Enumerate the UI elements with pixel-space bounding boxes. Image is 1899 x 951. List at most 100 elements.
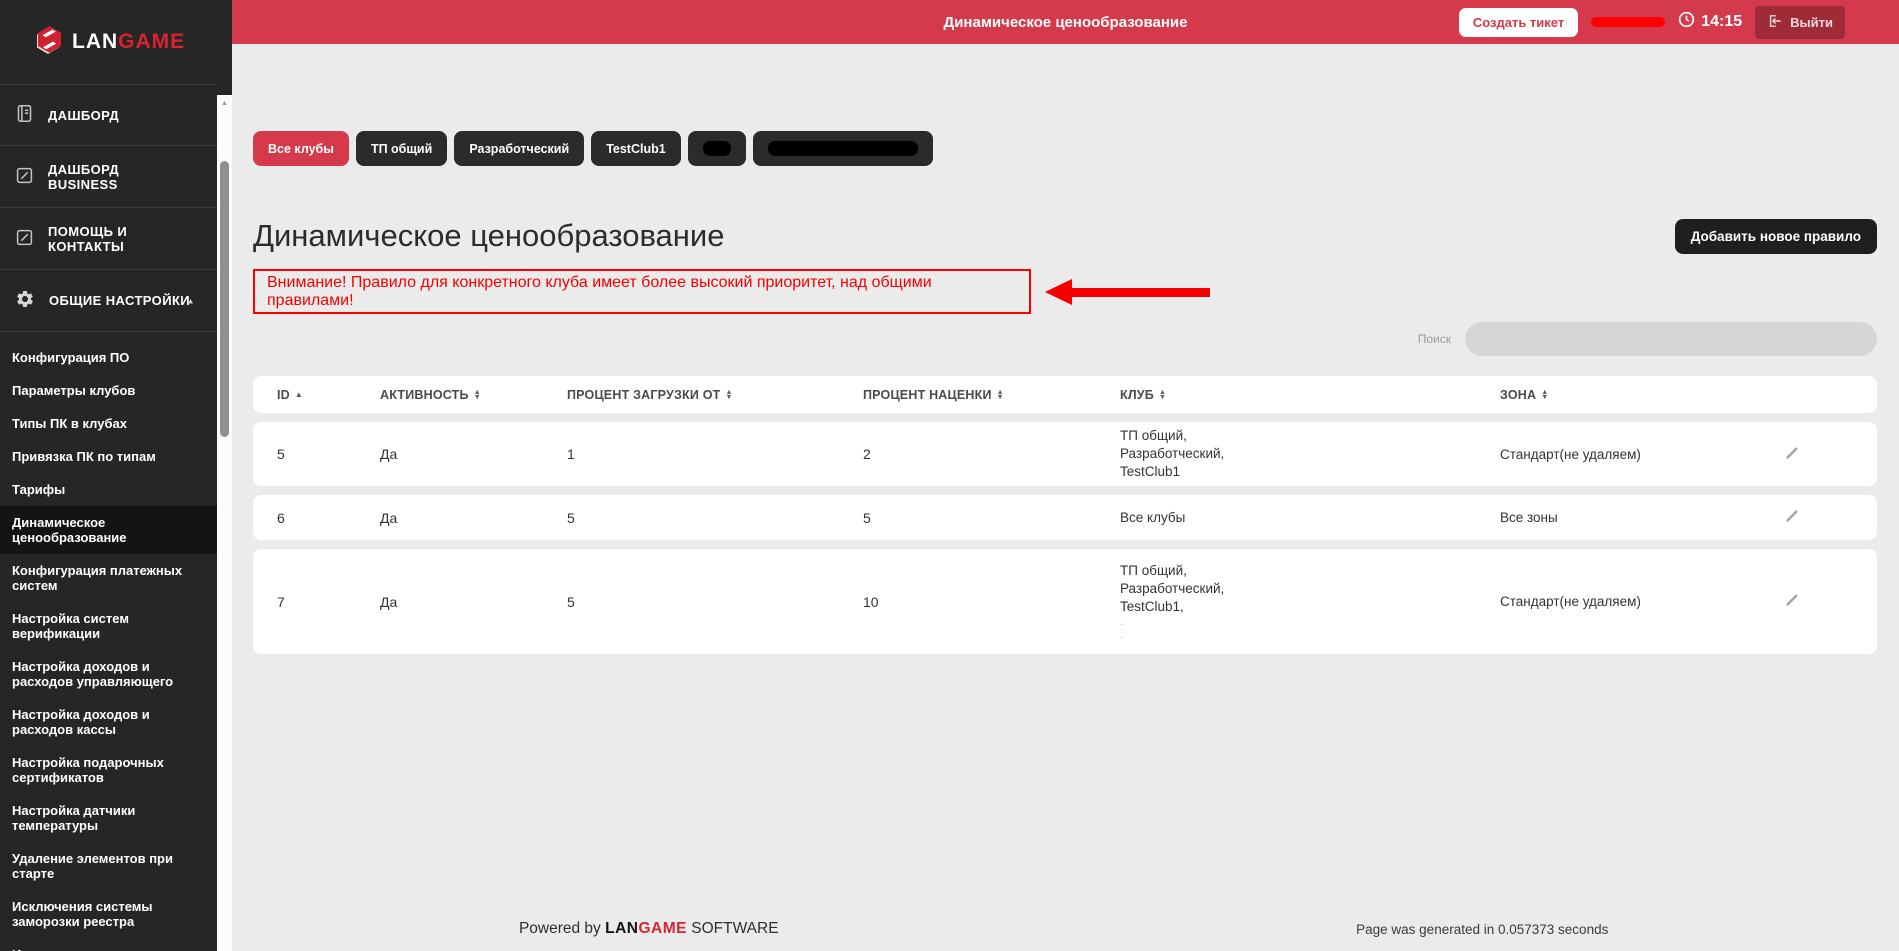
sidebar-subitem[interactable]: Настройка доходов и расходов кассы xyxy=(0,698,217,746)
club-filter-button-redacted[interactable] xyxy=(687,131,746,166)
gear-icon xyxy=(15,289,35,312)
cell-markup_percent: 10 xyxy=(863,593,879,610)
sidebar-subitem[interactable]: Настройка доходов и расходов управляющег… xyxy=(0,650,217,698)
search-input[interactable] xyxy=(1465,322,1877,356)
cell-load_percent_from: 5 xyxy=(567,593,575,610)
table-sort-header[interactable]: ID ▲ xyxy=(277,388,380,402)
sidebar-item-label: ДАШБОРД xyxy=(48,107,120,123)
sort-both-icon: ▲ ▼ xyxy=(1541,388,1549,401)
table-header-row: ID ▲ АКТИВНОСТЬ ▲ ▼ ПРОЦЕНТ ЗАГРУЗКИ ОТ ▲ ▼ ПРОЦ… xyxy=(253,376,1877,413)
logout-label: Выйти xyxy=(1790,14,1833,30)
scrollbar-thumb[interactable] xyxy=(220,161,229,437)
search-label: Поиск xyxy=(1417,332,1451,346)
club-filter-button[interactable]: TestClub1 xyxy=(591,131,681,166)
edit-rule-button[interactable] xyxy=(1780,504,1804,531)
pencil-icon xyxy=(1784,594,1800,611)
page-content: Все клубы ТП общий Разработческий TestClub1… xyxy=(232,44,1899,907)
redacted-club-dot: . xyxy=(1120,628,1124,641)
cell-actions xyxy=(1780,588,1853,615)
sidebar-subitem[interactable]: Удаление элементов при старте xyxy=(0,842,217,890)
cell-actions xyxy=(1780,504,1853,531)
add-rule-button[interactable]: Добавить новое правило xyxy=(1674,218,1877,254)
cell-actions xyxy=(1780,441,1853,468)
cell-clubs: ТП общий, Разработческий, TestClub1,.. xyxy=(1120,562,1500,642)
sidebar-item-label: ДАШБОРД BUSINESS xyxy=(48,161,120,192)
column-label: ID xyxy=(277,387,290,402)
sidebar-subitem[interactable]: Настройка систем верификации xyxy=(0,602,217,650)
sidebar-subitem[interactable]: Исключения системы заморозки реестра xyxy=(0,890,217,938)
edit-rule-button[interactable] xyxy=(1780,588,1804,615)
table-row: 7 Да 5 10 ТП общий, Разработческий, TestClub1,… xyxy=(253,549,1877,654)
sidebar-subitem-active[interactable]: Динамическое ценообразование xyxy=(0,506,217,554)
edit-rule-button[interactable] xyxy=(1780,441,1804,468)
column-label: ЗОНА xyxy=(1500,387,1537,402)
sidebar-top-nav: ДАШБОРД ДАШБОРД BUSINESS ПОМОЩЬ И КОНТАКТЫ xyxy=(0,84,232,270)
sidebar-subitem[interactable]: Привязка ПК по типам xyxy=(0,440,217,473)
sidebar-subitem[interactable]: Настройка датчики температуры xyxy=(0,794,217,842)
app-root: LANGAME ДАШБОРД ДАШБОРД BUSINESS ПОМОЩЬ И … xyxy=(0,0,1899,951)
sidebar-subitem[interactable]: Конфигурация платежных систем xyxy=(0,554,217,602)
topbar-controls: Создать тикет 14:15 Выйти xyxy=(1458,5,1899,39)
table-sort-header[interactable]: ПРОЦЕНТ ЗАГРУЗКИ ОТ ▲ ▼ xyxy=(567,388,863,402)
clock-display: 14:15 xyxy=(1678,11,1742,33)
sidebar-submenu: Конфигурация ПО Параметры клубов Типы ПК в… xyxy=(0,332,217,951)
sidebar-subitem[interactable]: Типы ПК в клубах xyxy=(0,407,217,440)
cell-id: 6 xyxy=(277,509,285,526)
cell-zone: Все зоны xyxy=(1500,510,1558,525)
redacted-club-name xyxy=(767,141,918,156)
logo-wordmark: LANGAME xyxy=(72,30,185,54)
table-sort-header[interactable]: ПРОЦЕНТ НАЦЕНКИ ▲ ▼ xyxy=(863,388,1120,402)
sidebar-section-general-settings[interactable]: ОБЩИЕ НАСТРОЙКИ ▲ xyxy=(0,270,217,332)
footer: Powered by LANGAME SOFTWARE Page was gen… xyxy=(232,907,1899,951)
table-body: 5 Да 1 2 ТП общий, Разработческий, TestClub1 Ст… xyxy=(253,422,1877,654)
table-sort-header[interactable]: КЛУБ ▲ ▼ xyxy=(1120,388,1500,402)
cell-markup_percent: 5 xyxy=(863,509,871,526)
logo-lan: LAN xyxy=(72,30,119,53)
sidebar-scrollbar[interactable]: ▲ xyxy=(217,95,232,951)
langame-logo[interactable]: LANGAME xyxy=(0,0,232,84)
sort-asc-icon: ▲ xyxy=(294,390,304,399)
club-filter-button-redacted[interactable] xyxy=(752,131,933,166)
club-filter-button[interactable]: Все клубы xyxy=(253,131,349,166)
priority-warning: Внимание! Правило для конкретного клуба … xyxy=(253,269,1031,314)
sort-both-icon: ▲ ▼ xyxy=(725,388,733,401)
logout-icon xyxy=(1767,13,1783,32)
table-row: 6 Да 5 5 Все клубы Все зоны xyxy=(253,495,1877,540)
powered-suffix: SOFTWARE xyxy=(691,920,779,937)
logout-button[interactable]: Выйти xyxy=(1755,5,1845,39)
sidebar-item-dashboard-business[interactable]: ДАШБОРД BUSINESS xyxy=(0,146,217,208)
create-ticket-button[interactable]: Создать тикет xyxy=(1458,7,1579,37)
footer-logo-game: GAME xyxy=(638,920,687,937)
rules-table: ID ▲ АКТИВНОСТЬ ▲ ▼ ПРОЦЕНТ ЗАГРУЗКИ ОТ ▲ ▼ ПРОЦ… xyxy=(253,376,1877,654)
sort-both-icon: ▲ ▼ xyxy=(473,388,481,401)
club-filter-bar: Все клубы ТП общий Разработческий TestClub1 xyxy=(253,131,1877,166)
sort-both-icon: ▲ ▼ xyxy=(996,388,1004,401)
sidebar-item-label: ПОМОЩЬ И КОНТАКТЫ xyxy=(48,223,128,254)
club-filter-button[interactable]: Разработческий xyxy=(454,131,585,166)
langame-logo-icon xyxy=(36,25,63,59)
cell-clubs: Все клубы xyxy=(1120,509,1186,525)
sidebar-item-help-contacts[interactable]: ПОМОЩЬ И КОНТАКТЫ xyxy=(0,208,217,270)
sidebar-subitem[interactable]: Настройка подарочных сертификатов xyxy=(0,746,217,794)
sidebar-subitem[interactable]: Исключения системы заморозки xyxy=(0,938,217,951)
column-label: КЛУБ xyxy=(1120,387,1154,402)
table-sort-header[interactable]: АКТИВНОСТЬ ▲ ▼ xyxy=(380,388,567,402)
sidebar-subitem[interactable]: Параметры клубов xyxy=(0,374,217,407)
powered-by: Powered by LANGAME SOFTWARE xyxy=(232,920,1066,938)
warning-row: Внимание! Правило для конкретного клуба … xyxy=(253,269,1877,314)
chevron-up-icon: ▲ xyxy=(186,296,195,305)
dashboard-book-icon xyxy=(15,104,34,126)
page-title: Динамическое ценообразование xyxy=(253,218,725,253)
scroll-up-arrow-icon[interactable]: ▲ xyxy=(217,95,232,107)
sidebar-item-dashboard[interactable]: ДАШБОРД xyxy=(0,84,217,146)
sidebar-subitem[interactable]: Конфигурация ПО xyxy=(0,341,217,374)
club-filter-button[interactable]: ТП общий xyxy=(355,131,448,166)
sidebar-nav: ДАШБОРД ДАШБОРД BUSINESS ПОМОЩЬ И КОНТАКТЫ… xyxy=(0,84,232,951)
annotation-arrow-icon xyxy=(1045,279,1210,305)
table-sort-header[interactable]: ЗОНА ▲ ▼ xyxy=(1500,388,1780,402)
search-row: Поиск xyxy=(253,322,1877,356)
sidebar: LANGAME ДАШБОРД ДАШБОРД BUSINESS ПОМОЩЬ И … xyxy=(0,0,232,951)
main-area: Динамическое ценообразование Создать тик… xyxy=(232,0,1899,951)
footer-logo-lan: LAN xyxy=(605,920,639,937)
sidebar-subitem[interactable]: Тарифы xyxy=(0,473,217,506)
